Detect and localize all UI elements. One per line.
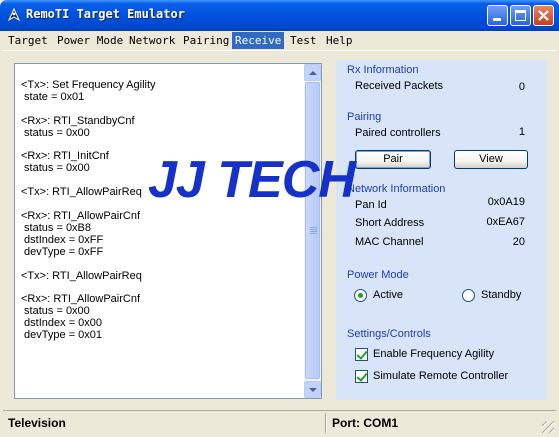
active-radio[interactable] <box>354 289 367 302</box>
menu-bar: Target Power Mode Network Pairing Receiv… <box>3 31 556 51</box>
network-info-title: Network Information <box>347 183 446 195</box>
scroll-up-icon <box>309 71 317 75</box>
menu-target[interactable]: Target <box>5 32 51 49</box>
pan-id-value: 0x0A19 <box>487 196 525 208</box>
app-window: RemoTI Target Emulator Target Power Mode… <box>0 0 559 437</box>
power-mode-title: Power Mode <box>347 269 409 281</box>
short-address-value: 0xEA67 <box>486 216 525 228</box>
menu-power-mode[interactable]: Power Mode <box>54 32 126 49</box>
mac-channel-label: MAC Channel <box>355 236 424 248</box>
minimize-button[interactable] <box>487 5 508 26</box>
frequency-agility-label: Enable Frequency Agility <box>373 348 495 360</box>
standby-radio[interactable] <box>462 289 475 302</box>
active-radio-label: Active <box>373 289 403 301</box>
log-panel[interactable]: <Tx>: Set Frequency Agility state = 0x01… <box>14 63 322 399</box>
rx-info-title: Rx Information <box>347 64 419 76</box>
port-status: Port: COM1 <box>332 416 398 430</box>
maximize-icon <box>515 10 526 21</box>
pan-id-label: Pan Id <box>355 199 387 211</box>
paired-controllers-value: 1 <box>518 126 525 138</box>
simulate-remote-label: Simulate Remote Controller <box>373 370 509 382</box>
received-packets-value: 0 <box>518 81 525 93</box>
menu-network[interactable]: Network <box>126 32 178 49</box>
maximize-button[interactable] <box>510 5 531 26</box>
standby-radio-label: Standby <box>481 289 522 301</box>
frequency-agility-checkbox[interactable] <box>355 348 368 361</box>
scroll-up-button[interactable] <box>304 64 321 81</box>
close-icon <box>538 10 549 21</box>
log-text: <Tx>: Set Frequency Agility state = 0x01… <box>21 79 156 342</box>
scroll-thumb[interactable] <box>305 82 320 379</box>
scroll-down-icon <box>309 388 317 392</box>
window-title: RemoTI Target Emulator <box>26 7 185 21</box>
short-address-label: Short Address <box>355 217 425 229</box>
minimize-icon <box>493 18 501 21</box>
title-bar[interactable]: RemoTI Target Emulator <box>0 0 559 31</box>
pair-button[interactable]: Pair <box>355 150 431 169</box>
settings-title: Settings/Controls <box>347 328 431 340</box>
mac-channel-value: 20 <box>512 236 525 248</box>
status-bar: Television Port: COM1 <box>3 410 556 435</box>
menu-test[interactable]: Test <box>287 32 320 49</box>
close-button[interactable] <box>533 5 554 26</box>
log-scrollbar[interactable] <box>304 64 321 398</box>
received-packets-label: Received Packets <box>355 80 444 92</box>
menu-receive[interactable]: Receive <box>232 32 285 49</box>
paired-controllers-label: Paired controllers <box>355 127 441 139</box>
status-panel: Rx Information Received Packets 0 Pairin… <box>336 60 547 400</box>
menu-pairing[interactable]: Pairing <box>180 32 232 49</box>
view-button[interactable]: View <box>454 150 528 169</box>
menu-help[interactable]: Help <box>323 32 356 49</box>
scroll-down-button[interactable] <box>304 381 321 398</box>
remote-app-icon <box>6 7 22 23</box>
resize-grip-icon[interactable] <box>542 421 554 433</box>
simulate-remote-checkbox[interactable] <box>355 370 368 383</box>
pairing-title: Pairing <box>347 111 382 123</box>
device-status: Television <box>8 416 66 430</box>
